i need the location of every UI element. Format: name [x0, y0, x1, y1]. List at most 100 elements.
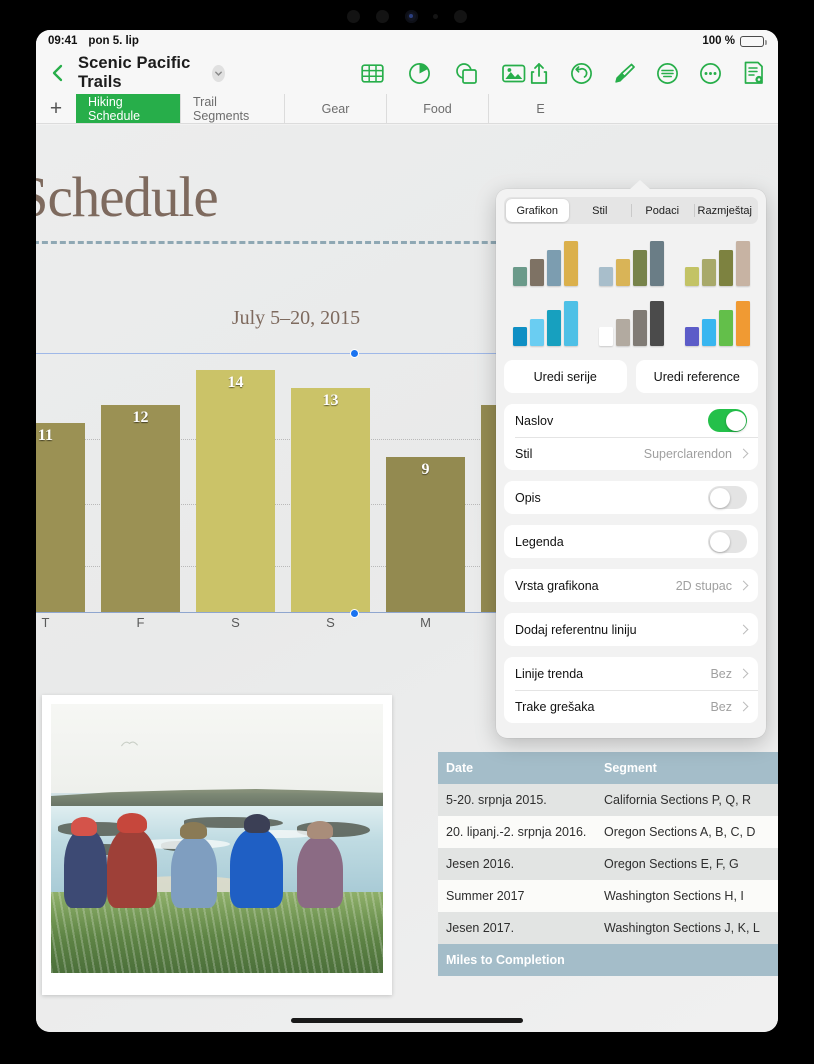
description-toggle[interactable]	[708, 486, 747, 509]
seagull-icon	[120, 741, 138, 747]
table-footer-label: Miles to Completion	[438, 944, 778, 976]
table-footer-row[interactable]: Miles to Completion	[438, 944, 778, 976]
row-legenda[interactable]: Legenda	[504, 525, 758, 558]
home-indicator[interactable]	[291, 1018, 523, 1023]
sheet-tab-e[interactable]: E	[488, 94, 592, 123]
popover-segmented-control[interactable]: Grafikon Stil Podaci Razmještaj	[504, 197, 758, 224]
chart-style-option-3[interactable]	[674, 234, 760, 288]
document-setup-icon[interactable]	[741, 61, 766, 86]
table-row[interactable]: Jesen 2017. Washington Sections J, K, L	[438, 912, 778, 944]
chart-resize-handle-top[interactable]	[350, 348, 359, 358]
status-time: 09:41	[48, 35, 78, 47]
row-vrsta-grafikona[interactable]: Vrsta grafikona 2D stupac	[504, 569, 758, 602]
popover-description-group: Opis	[504, 481, 758, 514]
chevron-right-icon	[738, 668, 749, 679]
shape-icon[interactable]	[454, 61, 479, 86]
document-canvas[interactable]: g Schedule July 5–20, 2015 11 12 14	[36, 125, 778, 1032]
more-icon[interactable]	[698, 61, 723, 86]
chart-style-option-6[interactable]	[674, 294, 760, 348]
popover-trend-group: Linije trenda Bez Trake grešaka Bez	[504, 657, 758, 723]
popover-button-row: Uredi serije Uredi reference	[504, 360, 758, 393]
organize-icon[interactable]	[655, 61, 680, 86]
photo-card[interactable]	[42, 695, 392, 995]
row-value: Superclarendon	[643, 446, 732, 461]
cell-date: Jesen 2017.	[438, 912, 596, 944]
format-brush-icon[interactable]	[612, 61, 637, 86]
app-toolbar: Scenic Pacific Trails	[36, 52, 778, 94]
table-row[interactable]: Summer 2017 Washington Sections H, I	[438, 880, 778, 912]
back-chevron-icon[interactable]	[48, 63, 68, 83]
cell-segment: Oregon Sections E, F, G	[596, 848, 778, 880]
status-bar-left: 09:41 pon 5. lip	[48, 35, 139, 47]
toolbar-left-group: Scenic Pacific Trails	[48, 54, 225, 92]
table-row[interactable]: Jesen 2016. Oregon Sections E, F, G	[438, 848, 778, 880]
row-label: Dodaj referentnu liniju	[515, 622, 637, 637]
table-row[interactable]: 5-20. srpnja 2015. California Sections P…	[438, 784, 778, 816]
cell-date: 20. lipanj.-2. srpnja 2016.	[438, 816, 596, 848]
row-label: Linije trenda	[515, 666, 584, 681]
x-tick-label: M	[420, 615, 431, 630]
row-naslov[interactable]: Naslov	[504, 404, 758, 437]
schedule-table[interactable]: Date Segment 5-20. srpnja 2015. Californ…	[438, 752, 778, 976]
chart-style-grid	[502, 234, 760, 348]
cell-segment: Washington Sections H, I	[596, 880, 778, 912]
chart-icon[interactable]	[407, 61, 432, 86]
chart-bar[interactable]: 9	[378, 353, 473, 613]
trail-photo	[51, 704, 383, 973]
bar-value-label: 9	[421, 461, 430, 478]
row-label: Opis	[515, 490, 541, 505]
row-label: Legenda	[515, 534, 564, 549]
sheet-tab-hiking-schedule[interactable]: Hiking Schedule	[76, 94, 180, 123]
edit-references-button[interactable]: Uredi reference	[635, 360, 758, 393]
popover-legend-group: Legenda	[504, 525, 758, 558]
media-icon[interactable]	[501, 61, 526, 86]
table-icon[interactable]	[360, 61, 385, 86]
tab-grafikon[interactable]: Grafikon	[506, 199, 569, 222]
table-header-segment: Segment	[596, 752, 778, 784]
chart-style-option-2[interactable]	[588, 234, 674, 288]
row-stil[interactable]: Stil Superclarendon	[504, 437, 758, 470]
x-tick-label: T	[41, 615, 50, 630]
tab-stil[interactable]: Stil	[569, 199, 632, 222]
front-camera-icon	[404, 9, 418, 23]
sensor-dot	[454, 9, 467, 23]
table-header-date: Date	[438, 752, 596, 784]
chart-bar[interactable]: 13	[283, 353, 378, 613]
chart-style-option-1[interactable]	[502, 234, 588, 288]
device-sensor-array	[347, 8, 467, 24]
title-toggle[interactable]	[708, 409, 747, 432]
x-tick-label: F	[136, 615, 145, 630]
tab-razmjestaj[interactable]: Razmještaj	[693, 199, 757, 222]
cell-segment: California Sections P, Q, R	[596, 784, 778, 816]
sheet-tab-trail-segments[interactable]: Trail Segments	[180, 94, 284, 123]
cell-date: 5-20. srpnja 2015.	[438, 784, 596, 816]
row-opis[interactable]: Opis	[504, 481, 758, 514]
table-row[interactable]: 20. lipanj.-2. srpnja 2016. Oregon Secti…	[438, 816, 778, 848]
edit-series-button[interactable]: Uredi serije	[504, 360, 627, 393]
chart-style-option-4[interactable]	[502, 294, 588, 348]
add-sheet-button[interactable]: +	[36, 94, 76, 123]
row-linije-trenda[interactable]: Linije trenda Bez	[504, 657, 758, 690]
row-dodaj-referentnu-liniju[interactable]: Dodaj referentnu liniju	[504, 613, 758, 646]
chart-style-option-5[interactable]	[588, 294, 674, 348]
toolbar-action-group	[526, 61, 766, 86]
ambient-light-sensor	[433, 13, 439, 19]
popover-arrow	[629, 180, 651, 190]
chart-format-popover[interactable]: Grafikon Stil Podaci Razmještaj Uredi se…	[496, 180, 766, 738]
sheet-tab-food[interactable]: Food	[386, 94, 488, 123]
chart-bar[interactable]: 14	[188, 353, 283, 613]
bar-value-label: 12	[132, 409, 149, 426]
sensor-dot	[375, 9, 389, 23]
row-trake-gresaka[interactable]: Trake grešaka Bez	[504, 690, 758, 723]
tab-podaci[interactable]: Podaci	[631, 199, 694, 222]
chart-bar[interactable]: 11	[36, 353, 93, 613]
chevron-down-icon[interactable]	[211, 64, 225, 82]
popover-chart-type-group: Vrsta grafikona 2D stupac	[504, 569, 758, 602]
undo-icon[interactable]	[569, 61, 594, 86]
sheet-tab-gear[interactable]: Gear	[284, 94, 386, 123]
row-label: Naslov	[515, 413, 554, 428]
share-icon[interactable]	[526, 61, 551, 86]
page-title[interactable]: Scenic Pacific Trails	[78, 54, 202, 92]
legend-toggle[interactable]	[708, 530, 747, 553]
chart-bar[interactable]: 12	[93, 353, 188, 613]
